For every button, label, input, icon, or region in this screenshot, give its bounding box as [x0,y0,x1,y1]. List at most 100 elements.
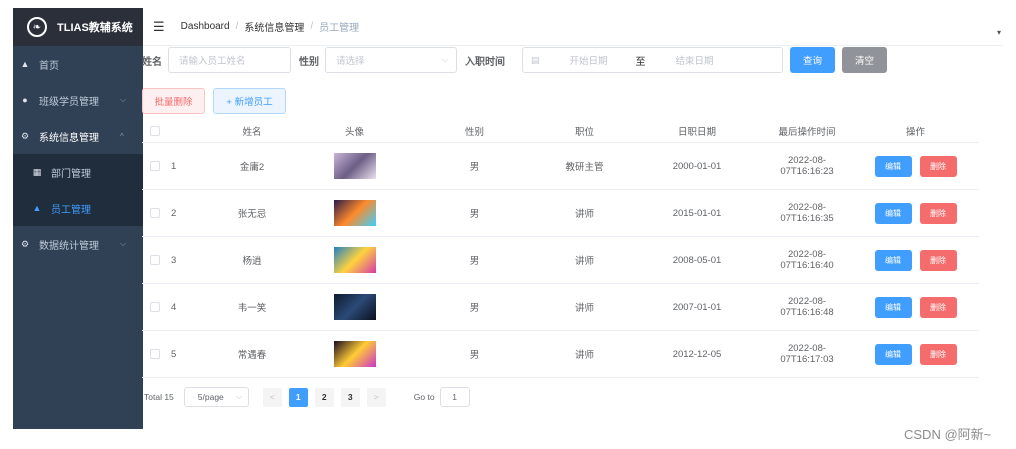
page-number-list: 123 [282,387,360,407]
edit-button[interactable]: 编辑 [874,296,912,318]
sidebar-item-label: 班级学员管理 [39,96,99,108]
pagination-total: Total 15 [144,392,174,402]
query-button[interactable]: 查询 [790,47,835,73]
user-dropdown-caret-icon[interactable]: ▾ [997,28,1001,37]
end-date-placeholder[interactable]: 结束日期 [676,53,714,67]
goto-label: Go to [413,392,435,402]
avatar-image [333,294,376,320]
page-button-1[interactable]: 1 [288,387,308,407]
menu-toggle-icon[interactable]: ☰ [153,19,165,35]
cell-entry-date: 2000-01-01 [672,160,722,172]
page-button-3[interactable]: 3 [340,387,360,407]
row-checkbox[interactable] [149,302,160,312]
table-row: 2 张无忌 男 讲师 2015-01-01 2022-08-07T16:16:35 编辑 删除 [142,190,979,237]
cell-operations: 编辑 删除 [852,296,979,318]
cell-avatar [297,247,412,273]
delete-button[interactable]: 删除 [919,202,957,224]
cell-gender: 男 [469,303,480,314]
name-search-input[interactable]: 请输入员工姓名 [168,47,291,73]
delete-button[interactable]: 删除 [919,296,957,318]
table-row: 5 常遇春 男 讲师 2012-12-05 2022-08-07T16:17:03 编辑 删除 [142,331,979,378]
cell-avatar [297,200,412,226]
row-checkbox-cell [142,255,167,265]
breadcrumb-item-current: 员工管理 [319,23,360,34]
row-index: 4 [171,301,177,313]
cell-update-time: 2022-08-07T16:17:03 [780,343,834,365]
cell-name: 杨逍 [242,256,262,267]
edit-button[interactable]: 编辑 [874,343,912,365]
row-checkbox[interactable] [149,161,160,171]
delete-button[interactable]: 删除 [919,343,957,365]
row-checkbox[interactable] [149,349,160,359]
sidebar-subitem-1[interactable]: ▲ 员工管理 [13,190,143,226]
settings-icon: ● [22,95,28,105]
top-header: ☰ Dashboard / 系统信息管理 / 员工管理 ▾ [143,8,1003,46]
sidebar-item-1[interactable]: ● 班级学员管理 ⌵ [13,82,143,118]
row-checkbox-cell [142,208,167,218]
page-size-select[interactable]: 5/page ⌵ [183,387,249,407]
sidebar-subitem-0[interactable]: ▦ 部门管理 [13,154,143,190]
avatar-image [333,153,376,179]
pagination: Total 15 5/page ⌵ < 123 > Go to 1 [142,386,982,408]
column-header-gender: 性别 [464,126,484,138]
cell-operations: 编辑 删除 [852,249,979,271]
cell-update-time: 2022-08-07T16:16:40 [780,249,834,271]
brand: ❧ TLIAS教辅系统 [13,8,143,46]
prev-page-button[interactable]: < [262,387,282,407]
name-label: 姓名 [142,56,162,68]
delete-button[interactable]: 删除 [919,155,957,177]
cell-job: 讲师 [574,303,594,314]
delete-button[interactable]: 删除 [919,249,957,271]
name-search-placeholder: 请输入员工姓名 [179,56,246,67]
entry-date-range-picker[interactable]: ▤ 开始日期 至 结束日期 [522,47,783,73]
column-header-update-time: 最后操作时间 [778,126,836,138]
cell-gender: 男 [469,256,480,267]
page-size-value: 5/page [197,392,224,402]
breadcrumb-item-dashboard[interactable]: Dashboard [181,21,230,32]
row-index: 1 [171,160,177,172]
row-index: 5 [171,348,177,360]
employee-table: 姓名 头像 性别 职位 日职日期 最后操作时间 操作 1 金庸2 男 教研主管 2000… [142,119,979,378]
chevron-down-icon: ⌵ [235,392,242,401]
date-range-separator: 至 [635,56,646,68]
brand-title: TLIAS教辅系统 [57,22,133,34]
sidebar-item-2[interactable]: ⚙ 系统信息管理 ^ [13,118,143,154]
batch-delete-button[interactable]: 批量删除 [142,88,205,114]
search-form: 姓名 请输入员工姓名 性别 请选择 ⌵ 入职时间 ▤ 开始日期 至 结束日期 查… [142,46,982,74]
cell-update-time: 2022-08-07T16:16:23 [780,155,834,177]
gear-icon: ⚙ [20,130,30,141]
next-page-button[interactable]: > [366,387,386,407]
page-button-2[interactable]: 2 [314,387,334,407]
edit-button[interactable]: 编辑 [874,155,912,177]
clear-button[interactable]: 清空 [842,47,887,73]
cell-operations: 编辑 删除 [852,155,979,177]
cell-avatar [297,341,412,367]
sidebar-item-3[interactable]: ⚙ 数据统计管理 ⌵ [13,226,143,262]
cell-name: 韦一笑 [237,303,267,314]
sidebar-menu: ▲ 首页 ● 班级学员管理 ⌵ ⚙ 系统信息管理 ^ ▦ 部门管理 ▲ 员工管理 ⚙ 数据统计管理 ⌵ [13,46,143,262]
gender-select[interactable]: 请选择 ⌵ [325,47,457,73]
column-header-job: 职位 [574,126,594,138]
table-row: 3 杨逍 男 讲师 2008-05-01 2022-08-07T16:16:40 编辑 删除 [142,237,979,284]
table-row: 1 金庸2 男 教研主管 2000-01-01 2022-08-07T16:16:23 编辑… [142,143,979,190]
select-all-checkbox[interactable] [149,125,160,136]
row-checkbox[interactable] [149,208,160,218]
goto-page-input[interactable]: 1 [439,387,470,407]
breadcrumb-item-system[interactable]: 系统信息管理 [244,19,304,34]
sidebar-item-0[interactable]: ▲ 首页 [13,46,143,82]
edit-button[interactable]: 编辑 [874,202,912,224]
gender-label: 性别 [299,56,319,68]
cell-avatar [297,153,412,179]
start-date-placeholder[interactable]: 开始日期 [570,53,608,67]
row-checkbox-cell [142,349,167,359]
edit-button[interactable]: 编辑 [874,249,912,271]
cell-gender: 男 [469,162,480,173]
column-header-operations: 操作 [905,126,925,138]
action-buttons: 批量删除 + 新增员工 [142,88,982,114]
breadcrumb-separator: / [235,21,239,32]
add-employee-button[interactable]: + 新增员工 [213,88,286,114]
cell-avatar [297,294,412,320]
row-checkbox[interactable] [149,255,160,265]
row-index: 3 [171,254,177,266]
cell-update-time: 2022-08-07T16:16:48 [780,296,834,318]
